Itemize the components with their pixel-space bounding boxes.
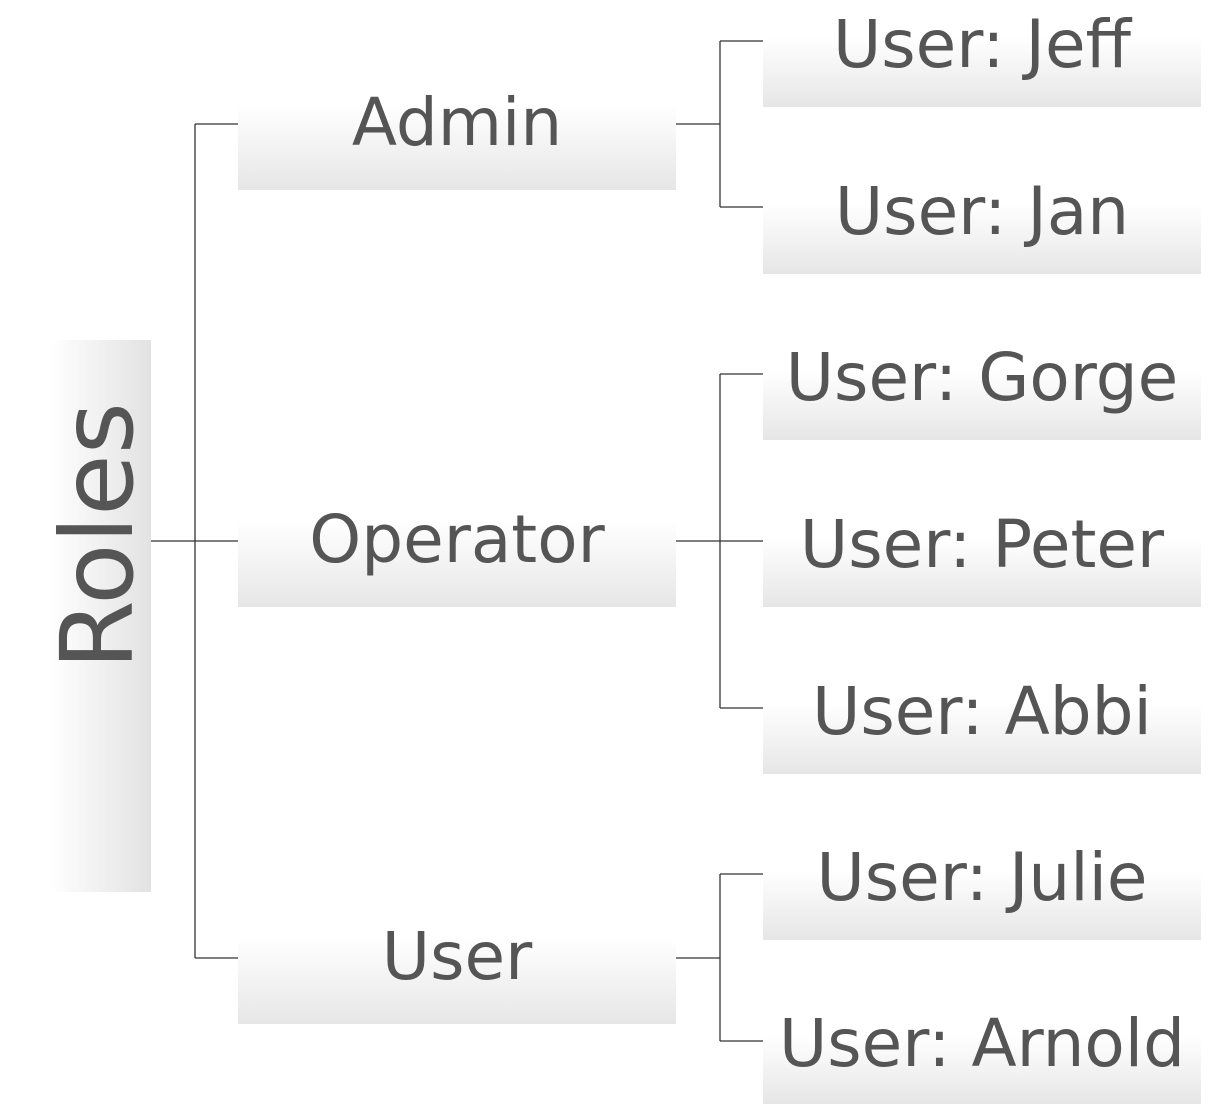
role-node-label: Admin [351,84,563,161]
root-node-label: Roles [39,402,156,670]
user-node-label: User: Abbi [812,673,1152,750]
connector-user-to-users [676,873,763,1042]
root-node-roles: Roles [17,340,156,892]
user-node-jeff: User: Jeff [763,0,1201,107]
role-node-admin: Admin [238,58,676,190]
role-node-label: Operator [309,501,605,578]
user-node-gorge: User: Gorge [763,333,1201,440]
connector-root-to-roles [151,123,238,959]
connector-operator-to-users [676,373,763,709]
user-node-jan: User: Jan [763,166,1201,274]
user-node-label: User: Peter [799,506,1165,583]
user-node-label: User: Julie [816,839,1148,916]
user-node-label: User: Arnold [778,1005,1186,1082]
user-node-label: User: Jeff [832,6,1132,83]
user-node-abbi: User: Abbi [763,666,1201,774]
user-node-label: User: Gorge [785,339,1179,416]
user-node-julie: User: Julie [763,833,1201,940]
user-node-peter: User: Peter [763,500,1201,607]
role-node-operator: Operator [238,475,676,607]
user-node-arnold: User: Arnold [763,999,1201,1104]
role-node-label: User [381,918,533,995]
role-node-user: User [238,892,676,1024]
user-node-label: User: Jan [834,173,1130,250]
connector-admin-to-users [676,40,763,208]
